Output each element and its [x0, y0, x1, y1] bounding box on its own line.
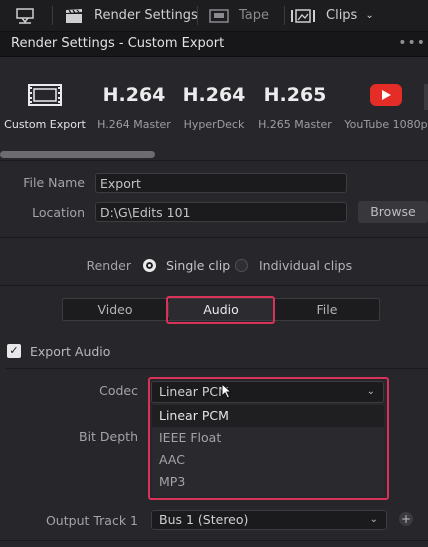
render-label: Render — [86, 258, 131, 273]
panel-header: Render Settings - Custom Export ••• — [0, 32, 428, 57]
location-input[interactable] — [95, 202, 347, 222]
render-settings-toggle[interactable]: Render Settings — [64, 0, 198, 31]
film-icon — [28, 84, 62, 106]
export-audio-checkbox[interactable]: ✓ — [7, 344, 21, 358]
bit-depth-label: Bit Depth — [79, 429, 138, 444]
audio-tab-highlight — [166, 296, 275, 324]
preset-codec-text: H.265 — [263, 84, 327, 106]
preset-youtube-1080p[interactable]: YouTube 1080p — [338, 78, 428, 131]
file-name-input[interactable] — [95, 173, 347, 193]
tab-video[interactable]: Video — [63, 299, 167, 320]
export-audio-label: Export Audio — [30, 344, 111, 359]
codec-dropdown-highlight — [148, 377, 389, 500]
chevron-down-icon: ⌄ — [369, 514, 378, 525]
location-label: Location — [32, 205, 85, 220]
browse-button[interactable]: Browse — [358, 201, 428, 223]
clips-toggle[interactable]: Clips ⌄ — [290, 0, 374, 31]
preset-label: Custom Export — [4, 118, 86, 131]
preset-h265-master[interactable]: H.265 H.265 Master — [247, 78, 343, 131]
individual-clips-radio[interactable] — [235, 259, 248, 272]
clapper-icon — [66, 8, 82, 23]
preset-label: H.265 Master — [258, 118, 332, 131]
file-name-label: File Name — [23, 175, 85, 190]
tab-file[interactable]: File — [275, 299, 379, 320]
single-clip-label[interactable]: Single clip — [166, 258, 230, 273]
render-settings-label: Render Settings — [94, 8, 198, 23]
preset-custom-export[interactable]: Custom Export — [0, 78, 93, 131]
tape-icon — [209, 8, 229, 23]
top-toolbar: Render Settings Tape Clips ⌄ — [0, 0, 428, 32]
chevron-down-icon: ⌄ — [365, 10, 374, 21]
panel-title: Render Settings - Custom Export — [11, 36, 225, 51]
individual-clips-label[interactable]: Individual clips — [259, 258, 352, 273]
single-clip-radio[interactable] — [143, 259, 156, 272]
output-track-label: Output Track 1 — [45, 513, 138, 528]
output-track-value: Bus 1 (Stereo) — [159, 512, 249, 527]
codec-label: Codec — [99, 383, 138, 398]
plus-icon[interactable]: + — [399, 512, 413, 526]
clips-icon — [291, 8, 315, 23]
output-track-dropdown[interactable]: Bus 1 (Stereo) ⌄ — [151, 510, 387, 530]
clips-label: Clips — [326, 8, 358, 23]
youtube-icon — [370, 84, 402, 106]
next-preset-edge — [424, 84, 428, 110]
more-options-icon[interactable]: ••• — [398, 35, 426, 51]
preset-label: YouTube 1080p — [344, 118, 428, 131]
tape-label: Tape — [239, 8, 270, 23]
scope-icon — [16, 7, 34, 24]
presets-scrollbar[interactable] — [0, 151, 155, 158]
tape-toggle[interactable]: Tape — [209, 0, 269, 31]
scope-button[interactable] — [14, 0, 36, 31]
check-icon: ✓ — [9, 344, 19, 357]
